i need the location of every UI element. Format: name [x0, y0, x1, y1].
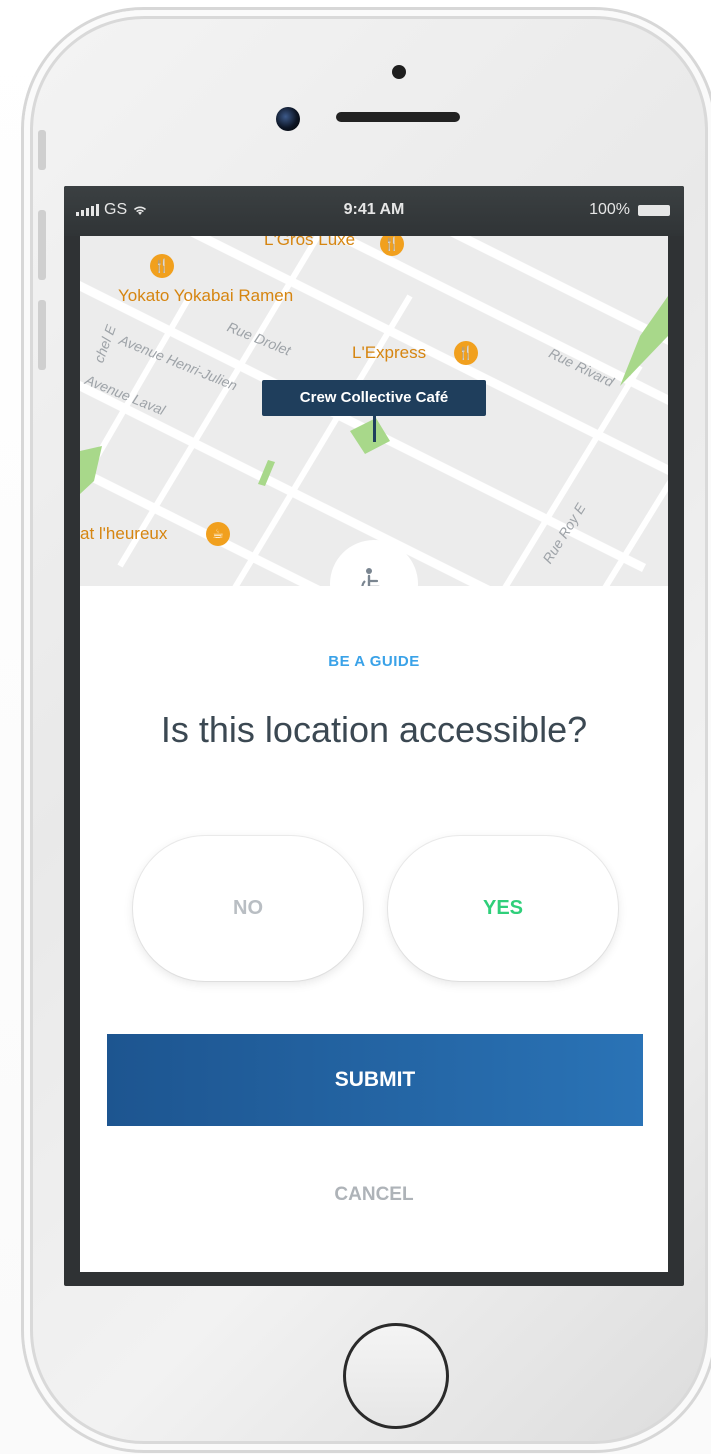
submit-button[interactable]: SUBMIT [107, 1034, 643, 1126]
selected-place-callout[interactable]: Crew Collective Café [262, 380, 486, 416]
restaurant-icon[interactable]: 🍴 [454, 341, 478, 365]
front-camera [276, 107, 300, 131]
status-right: 100% [589, 201, 670, 219]
callout-pin-stem [373, 416, 376, 442]
poi-label-heureux[interactable]: at l'heureux [80, 524, 167, 544]
cafe-icon[interactable]: ☕ [206, 522, 230, 546]
map-view[interactable]: 🍴 L'Gros Luxe 🍴 Yokato Yokabai Ramen L'E… [80, 236, 668, 586]
question-heading: Is this location accessible? [160, 709, 588, 750]
poi-label-gros-luxe[interactable]: L'Gros Luxe [264, 236, 355, 250]
yes-button[interactable]: YES [388, 836, 618, 981]
battery-icon [638, 204, 670, 216]
home-button[interactable] [343, 1323, 449, 1429]
stage: GS 9:41 AM 100% 🍴 L'Gros Luxe 🍴 Yokato Y… [0, 0, 711, 1454]
poi-label-express[interactable]: L'Express [352, 343, 426, 363]
cancel-button[interactable]: CANCEL [80, 1184, 668, 1206]
earpiece-speaker [336, 112, 460, 122]
status-bar: GS 9:41 AM 100% [64, 186, 684, 236]
battery-percent: 100% [589, 201, 630, 218]
volume-up-button [38, 210, 46, 280]
poi-label-yokato[interactable]: Yokato Yokabai Ramen [118, 286, 293, 306]
volume-down-button [38, 300, 46, 370]
mute-switch [38, 130, 46, 170]
guide-sheet: BE A GUIDE Is this location accessible? … [80, 586, 668, 1272]
phone-screen: GS 9:41 AM 100% 🍴 L'Gros Luxe 🍴 Yokato Y… [64, 186, 684, 1286]
no-button[interactable]: NO [133, 836, 363, 981]
app-view: 🍴 L'Gros Luxe 🍴 Yokato Yokabai Ramen L'E… [80, 236, 668, 1272]
proximity-sensor [392, 65, 406, 79]
eyebrow-label: BE A GUIDE [328, 653, 420, 670]
restaurant-icon[interactable]: 🍴 [150, 254, 174, 278]
